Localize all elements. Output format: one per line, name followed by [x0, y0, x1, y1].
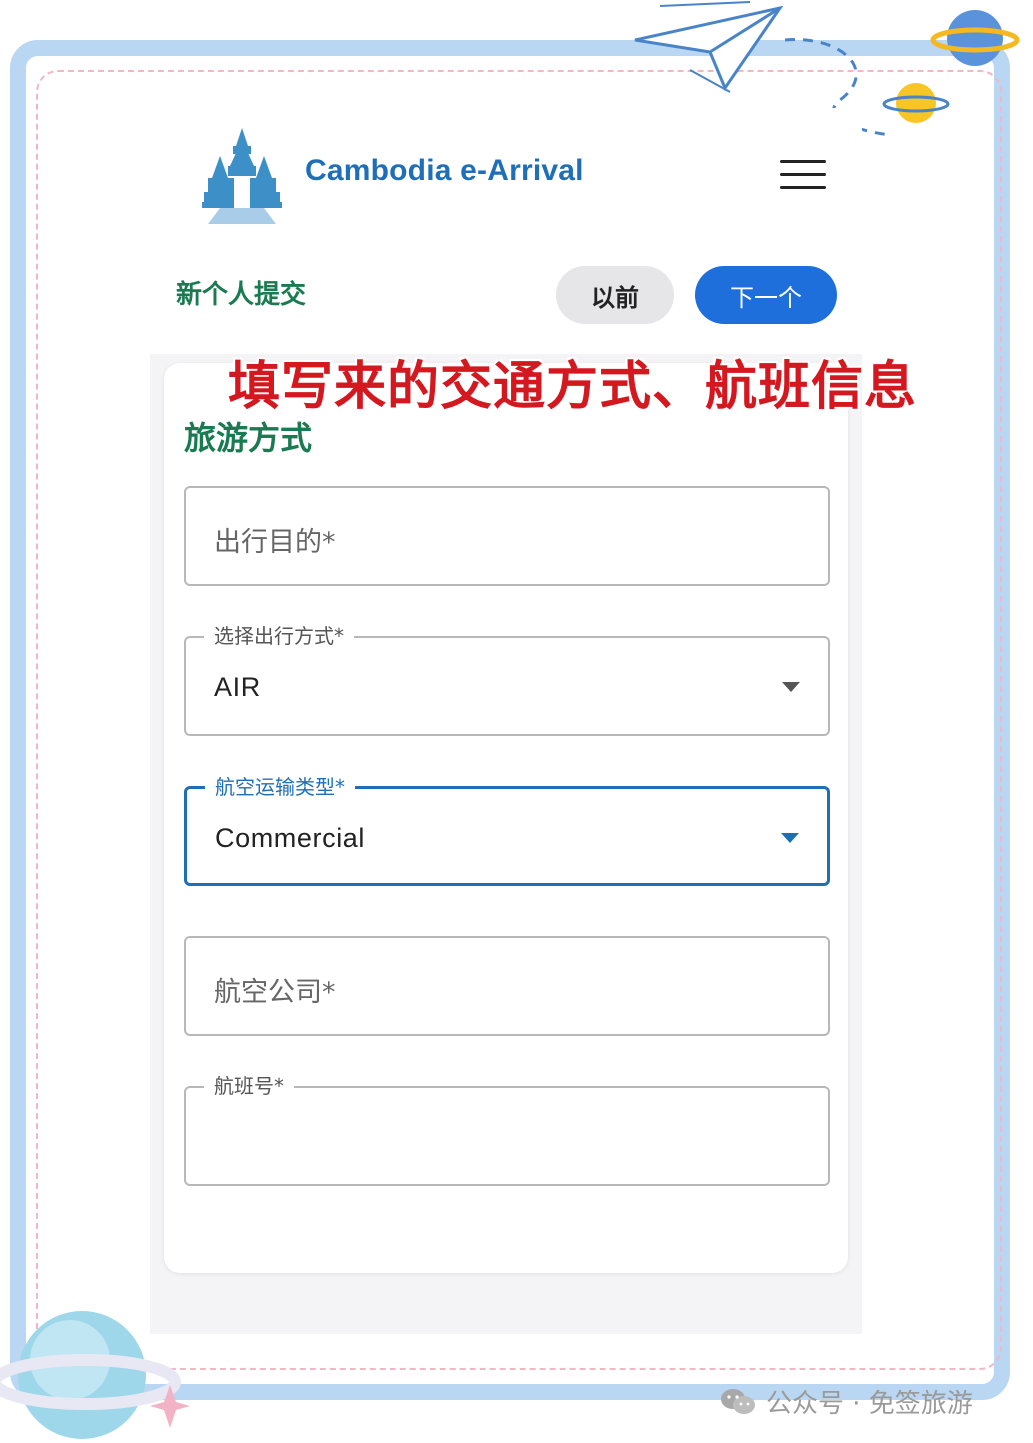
flight-number-label: 航班号*: [204, 1073, 294, 1099]
airline-field[interactable]: 航空公司*: [184, 936, 830, 1036]
angkor-temple-logo: [202, 128, 282, 224]
air-transport-type-value: Commercial: [215, 823, 366, 853]
watermark-text: 公众号 · 免签旅游: [766, 1389, 973, 1419]
section-title: 旅游方式: [184, 419, 313, 457]
travel-mode-label: 选择出行方式*: [204, 623, 354, 649]
previous-button[interactable]: 以前: [556, 266, 674, 324]
travel-mode-value: AIR: [214, 672, 261, 702]
flight-number-field[interactable]: 航班号*: [184, 1073, 830, 1186]
submission-label: 新个人提交: [176, 280, 307, 310]
planet-yellow-icon: [882, 83, 950, 123]
purpose-field[interactable]: 出行目的*: [184, 486, 830, 586]
dropdown-arrow-icon[interactable]: [781, 833, 799, 843]
airline-placeholder: 航空公司*: [214, 977, 336, 1008]
planet-blue-icon: [930, 10, 1020, 66]
travel-mode-card: 旅游方式 出行目的* 选择出行方式* AIR 航空运输类型* Commercia…: [164, 363, 848, 1273]
annotation-note: 填写来的交通方式、航班信息: [228, 357, 918, 417]
hamburger-menu-icon[interactable]: [780, 160, 826, 190]
watermark: 公众号 · 免签旅游: [720, 1383, 973, 1420]
form-toolbar: 新个人提交 以前 下一个: [150, 238, 862, 354]
app-title: Cambodia e-Arrival: [305, 154, 584, 187]
dropdown-arrow-icon[interactable]: [782, 682, 800, 692]
air-transport-type-label: 航空运输类型*: [205, 774, 355, 800]
wechat-icon: [721, 1388, 755, 1414]
travel-mode-select[interactable]: 选择出行方式* AIR: [184, 623, 830, 736]
air-transport-type-select[interactable]: 航空运输类型* Commercial: [184, 774, 830, 886]
next-button[interactable]: 下一个: [695, 266, 837, 324]
purpose-placeholder: 出行目的*: [214, 527, 336, 558]
app-header: Cambodia e-Arrival: [150, 108, 862, 238]
app-screen: Cambodia e-Arrival 新个人提交 以前 下一个 旅游方式 出行目…: [150, 108, 862, 1334]
